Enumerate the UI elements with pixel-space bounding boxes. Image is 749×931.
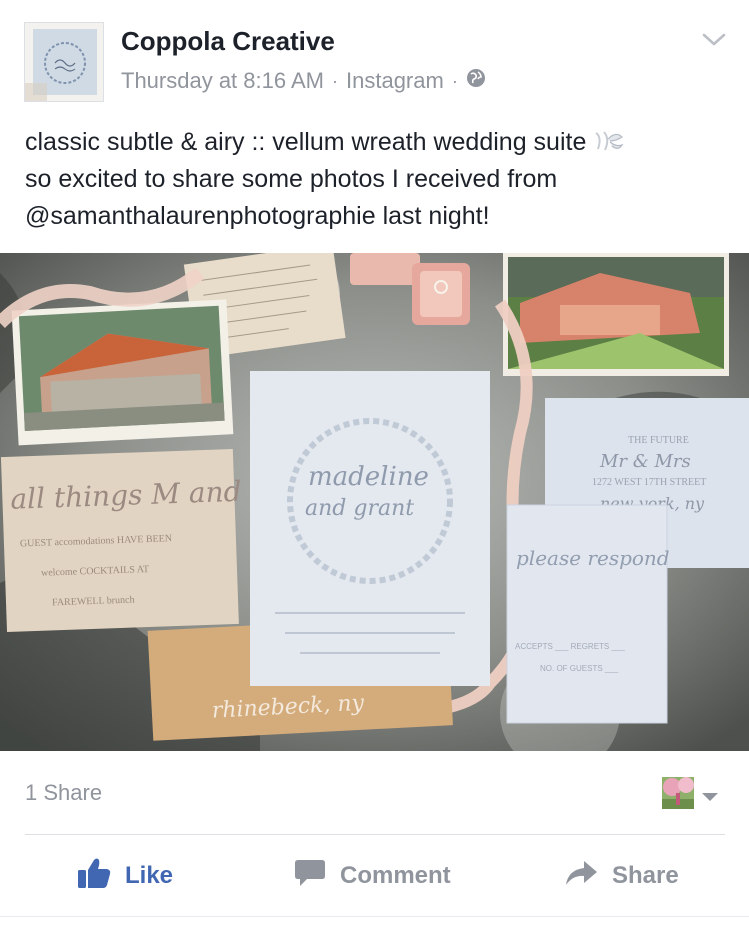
like-button[interactable]: Like xyxy=(77,852,173,900)
like-label: Like xyxy=(125,862,174,889)
envelope-line-3: 1272 WEST 17TH STREET xyxy=(592,477,706,488)
comment-label: Comment xyxy=(340,862,451,889)
rsvp-title: please respond xyxy=(516,546,670,570)
post-timestamp[interactable]: Thursday at 8:16 AM xyxy=(121,68,324,94)
post-text-line-2: so excited to share some photos I receiv… xyxy=(25,165,558,193)
meta-separator-2: · xyxy=(451,70,458,91)
comment-button[interactable]: Comment xyxy=(294,852,451,900)
invitation-name-2: and grant xyxy=(305,496,414,521)
post-source[interactable]: Instagram xyxy=(346,68,444,94)
ribbon-emoji-icon xyxy=(592,127,626,151)
share-label: Share xyxy=(612,862,679,889)
envelope-line-2: Mr & Mrs xyxy=(599,451,691,472)
invitation-name-1: madeline xyxy=(308,462,429,492)
divider xyxy=(25,834,725,835)
post-meta: Thursday at 8:16 AM · Instagram · xyxy=(121,68,486,94)
rsvp-accepts: ACCEPTS ___ REGRETS ___ xyxy=(515,642,625,651)
reactor-avatar[interactable] xyxy=(662,777,694,809)
rsvp-guests: NO. OF GUESTS ___ xyxy=(540,664,619,673)
share-count[interactable]: 1 Share xyxy=(25,780,102,806)
thumbs-up-icon xyxy=(77,857,111,896)
share-arrow-icon xyxy=(564,859,598,894)
comment-bubble-icon xyxy=(294,858,326,895)
envelope-line-1: THE FUTURE xyxy=(628,435,689,446)
share-button[interactable]: Share xyxy=(564,852,679,900)
page-avatar[interactable] xyxy=(24,22,104,102)
bottom-divider xyxy=(0,916,749,917)
meta-separator: · xyxy=(332,70,338,91)
post-header: Coppola Creative Thursday at 8:16 AM · I… xyxy=(0,0,749,118)
post-photo[interactable]: all things M and G GUEST accomodations H… xyxy=(0,253,749,751)
chevron-down-icon[interactable] xyxy=(701,30,727,50)
caret-down-icon[interactable] xyxy=(701,789,719,801)
globe-icon[interactable] xyxy=(466,68,486,94)
post-text-line-3[interactable]: @samanthalaurenphotographie last night! xyxy=(25,198,730,235)
post-message: classic subtle & airy :: vellum wreath w… xyxy=(25,124,730,235)
post-text-line-1-content: classic subtle & airy :: vellum wreath w… xyxy=(25,128,587,156)
post-text-line-1: classic subtle & airy :: vellum wreath w… xyxy=(25,124,730,161)
action-bar: Like Comment Share xyxy=(0,852,749,900)
page-name-link[interactable]: Coppola Creative xyxy=(121,26,335,57)
